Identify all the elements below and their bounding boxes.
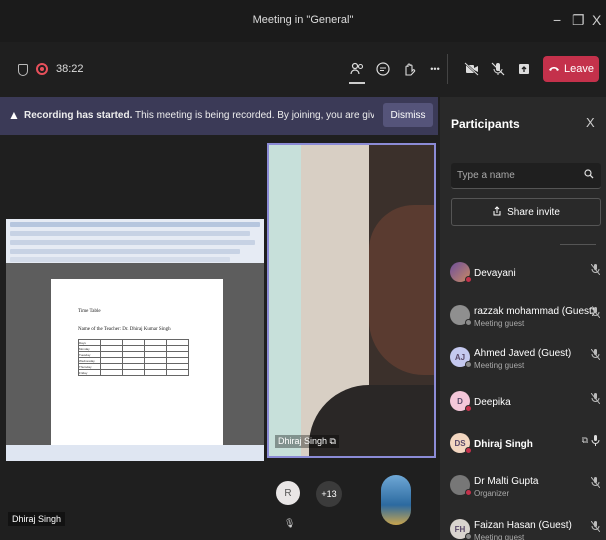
participant-name: Ahmed Javed (Guest) <box>474 348 572 359</box>
toolbar-divider <box>447 54 448 84</box>
camera-off-icon[interactable] <box>461 58 483 80</box>
share-icon <box>492 205 502 219</box>
participant-name: Deepika <box>474 397 511 408</box>
share-invite-button[interactable]: Share invite <box>451 198 601 226</box>
mic-off-icon[interactable] <box>590 476 601 490</box>
participant-row[interactable]: DS Dhiraj Singh ⧉ <box>450 429 600 461</box>
participant-avatar: DS <box>450 433 472 454</box>
avatar-initials: FH <box>454 524 466 534</box>
participant-row[interactable]: D Deepika <box>450 387 601 419</box>
participant-row[interactable]: razzak mohammad (Guest) Meeting guest <box>450 301 601 333</box>
presence-status-icon <box>465 533 472 540</box>
participant-avatar-r[interactable]: R <box>276 481 300 505</box>
recording-banner: ▲ Recording has started. This meeting is… <box>0 97 438 135</box>
presence-status-icon <box>465 361 472 368</box>
warning-icon: ▲ <box>8 108 20 122</box>
participant-avatar <box>450 305 472 326</box>
participants-panel: Participants X Share invite Devayani razz… <box>440 97 606 540</box>
participant-row[interactable]: FH Faizan Hasan (Guest) Meeting guest <box>450 515 601 540</box>
chat-icon[interactable] <box>372 58 394 80</box>
raise-hand-icon[interactable] <box>398 58 420 80</box>
search-icon[interactable] <box>584 169 594 182</box>
mic-off-icon[interactable] <box>590 306 601 320</box>
presence-status-icon <box>465 276 472 283</box>
participant-row[interactable]: Devayani <box>450 258 601 290</box>
screen-share-icon: ⧉ <box>581 435 588 445</box>
share-invite-label: Share invite <box>507 206 560 218</box>
mic-off-icon[interactable] <box>487 58 509 80</box>
participant-name: razzak mohammad (Guest) <box>474 306 596 317</box>
participant-avatar: AJ <box>450 347 472 368</box>
banner-text: This meeting is being recorded. By joini… <box>134 110 374 121</box>
participant-name: Devayani <box>474 268 516 279</box>
participant-role: Organizer <box>474 489 510 498</box>
presenter-name-label: Dhiraj Singh <box>8 512 66 526</box>
presence-status-icon <box>465 319 472 326</box>
leave-label: Leave <box>564 63 594 75</box>
presence-status-icon <box>465 405 472 412</box>
windows-taskbar <box>6 445 264 461</box>
doc-subtitle: Name of the Teacher: Dr. Dhiraj Kumar Si… <box>78 327 171 332</box>
close-window-button[interactable]: X <box>592 12 601 28</box>
people-icon[interactable] <box>346 58 368 84</box>
title-bar: Meeting in "General" − ❐ X <box>0 0 606 42</box>
minimize-button[interactable]: − <box>553 12 561 28</box>
camera-tile-name-text: Dhiraj Singh <box>278 436 328 446</box>
participant-role: Meeting guest <box>474 533 525 540</box>
camera-tile-name: Dhiraj Singh ⧉ <box>275 435 339 448</box>
participant-role: Meeting guest <box>474 319 525 328</box>
phone-hangup-icon <box>548 63 560 75</box>
presence-status-icon <box>465 489 472 496</box>
banner-message: Recording has started. This meeting is b… <box>24 110 374 121</box>
avatar-initials: D <box>457 396 463 406</box>
document-page: Time Table Name of the Teacher: Dr. Dhir… <box>51 279 223 454</box>
panel-title: Participants <box>451 117 520 131</box>
mic-off-icon[interactable] <box>590 520 601 534</box>
participant-avatar <box>450 475 472 496</box>
participant-search <box>451 163 601 189</box>
screen-share-icon: ⧉ <box>329 436 336 446</box>
close-panel-icon[interactable]: X <box>586 115 595 130</box>
restore-button[interactable]: ❐ <box>572 12 585 29</box>
mic-off-icon[interactable] <box>590 263 601 277</box>
participant-row[interactable]: AJ Ahmed Javed (Guest) Meeting guest <box>450 343 601 375</box>
word-ribbon <box>6 219 264 263</box>
mic-icon[interactable] <box>591 435 600 448</box>
camera-video-tile[interactable]: Dhiraj Singh ⧉ <box>267 143 436 458</box>
dismiss-button[interactable]: Dismiss <box>383 103 433 127</box>
participant-name: Faizan Hasan (Guest) <box>474 520 572 531</box>
share-screen-icon[interactable] <box>513 58 535 80</box>
mic-muted-icon: 🎙 <box>284 518 296 528</box>
participant-row[interactable]: Dr Malti Gupta Organizer <box>450 471 601 503</box>
meeting-toolbar: 38:22 ••• Leave <box>0 42 606 94</box>
mic-off-icon[interactable] <box>590 392 601 406</box>
doc-title: Time Table <box>78 309 101 314</box>
more-options-icon[interactable]: ••• <box>424 58 446 80</box>
participant-role: Meeting guest <box>474 361 525 370</box>
search-input[interactable] <box>457 170 577 181</box>
panel-divider <box>560 244 596 245</box>
participant-video <box>369 205 434 375</box>
participant-avatar: FH <box>450 519 472 540</box>
mic-off-icon[interactable] <box>590 348 601 362</box>
participant-name: Dr Malti Gupta <box>474 476 539 487</box>
recording-indicator-icon <box>36 63 48 75</box>
participant-avatar: D <box>450 391 472 412</box>
screen-share-view[interactable]: Time Table Name of the Teacher: Dr. Dhir… <box>6 219 264 461</box>
more-participants-button[interactable]: +13 <box>316 481 342 507</box>
timetable: Days Monday Tuesday Wednesday Thursday F… <box>78 339 189 376</box>
participant-avatar <box>450 262 472 283</box>
avatar-initials: DS <box>454 438 466 448</box>
window-title: Meeting in "General" <box>252 14 354 26</box>
shield-icon <box>18 64 28 76</box>
meeting-timer: 38:22 <box>56 63 84 75</box>
avatar-initials: AJ <box>454 352 466 362</box>
participant-name: Dhiraj Singh <box>474 439 533 450</box>
leave-button[interactable]: Leave <box>543 56 599 82</box>
participant-photo-tile[interactable] <box>381 475 411 525</box>
banner-bold-text: Recording has started. <box>24 110 133 121</box>
presence-status-icon <box>465 447 472 454</box>
